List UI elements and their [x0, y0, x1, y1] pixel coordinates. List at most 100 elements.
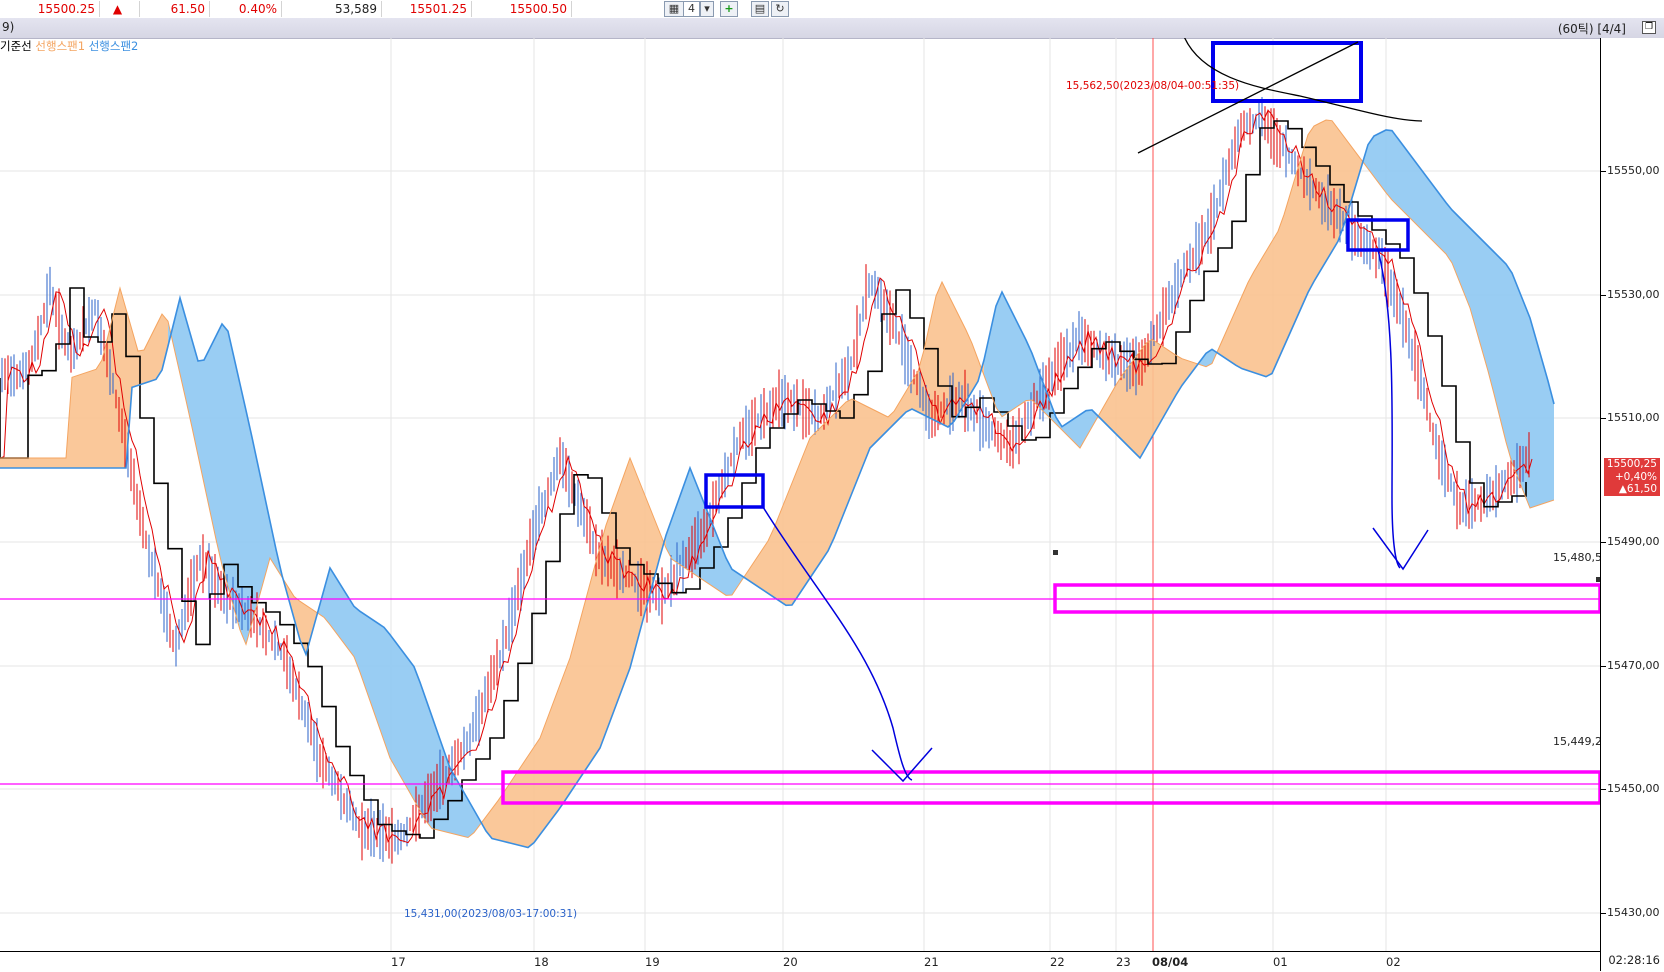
cloud-segment — [42, 458, 48, 468]
y-tick-label: 15450,00 — [1607, 782, 1660, 795]
cloud-segment — [1266, 241, 1272, 377]
cloud-segment — [1308, 126, 1314, 293]
cloud-segment — [132, 330, 138, 388]
y-tick-label: 15490,00 — [1607, 535, 1660, 548]
cloud-segment — [558, 674, 564, 811]
time-axis[interactable]: 17 18 19 20 21 22 23 08/04 01 02 — [0, 951, 1600, 972]
cloud-segment — [6, 458, 12, 468]
cloud-segment — [1404, 146, 1410, 218]
cloud-segment — [1326, 120, 1332, 262]
cloud-segment — [528, 747, 534, 848]
cloud-segment — [1158, 343, 1164, 427]
current-pct: +0,40% — [1614, 470, 1657, 483]
layout-count[interactable]: 4 — [684, 1, 700, 17]
cloud-segment — [516, 765, 522, 846]
y-tick-label: 15470,00 — [1607, 659, 1660, 672]
cloud-segment — [1374, 133, 1380, 185]
cloud-segment — [1392, 130, 1398, 206]
legend-base-line: 기준선 — [0, 39, 32, 53]
cloud-segment — [492, 800, 498, 840]
cloud-segment — [408, 658, 414, 800]
cloud-segment — [804, 438, 810, 587]
cloud-segment — [1416, 162, 1422, 230]
cloud-segment — [150, 326, 156, 382]
cloud-segment — [294, 596, 300, 640]
chart-title: 9) — [2, 20, 15, 34]
cloud-segment — [504, 783, 510, 843]
x-tick-label: 17 — [391, 955, 406, 969]
legend-span2: 선행스팬2 — [88, 39, 139, 53]
cloud-segment — [162, 314, 168, 370]
cloud-segment — [1290, 174, 1296, 333]
cloud-segment — [1110, 385, 1116, 434]
x-tick-label: 23 — [1116, 955, 1131, 969]
cloud-segment — [1542, 360, 1548, 504]
dropdown-arrow-icon[interactable]: ▾ — [700, 1, 714, 17]
cloud-segment — [1014, 316, 1020, 409]
cloud-segment — [1086, 410, 1092, 438]
cloud-segment — [384, 627, 390, 758]
current-price-badge: 15500,25 +0,40% ▲61,50 — [1604, 458, 1660, 496]
cloud-segment — [828, 414, 834, 551]
cloud-segment — [1398, 138, 1404, 212]
low-price-label: 15,431,00(2023/08/03-17:00:31) — [404, 908, 578, 920]
cloud-segment — [1254, 261, 1260, 375]
cloud-segment — [126, 309, 132, 468]
tick-interval-label: (60틱) [4/4] — [1557, 22, 1626, 36]
cloud-segment — [570, 635, 576, 793]
cloud-segment — [1302, 134, 1308, 306]
cloud-segment — [84, 371, 90, 468]
cloud-segment — [30, 458, 36, 468]
bid-price: 15500.50 — [472, 1, 572, 17]
cloud-segment — [222, 324, 228, 587]
cloud-segment — [1410, 154, 1416, 224]
refresh-icon[interactable]: ↻ — [771, 1, 789, 17]
cloud-segment — [306, 605, 312, 655]
cloud-segment — [1332, 120, 1338, 252]
cloud-segment — [1296, 154, 1302, 320]
window-restore-icon[interactable]: ❐ — [1642, 21, 1656, 34]
x-tick-label: 19 — [645, 955, 660, 969]
last-price: 15500.25 — [0, 1, 100, 17]
change-arrow-icon: ▲ — [100, 1, 140, 17]
cloud-segment — [1026, 340, 1032, 401]
cloud-segment — [1116, 375, 1122, 440]
lower-line-value: 15,449,2 — [1553, 735, 1602, 748]
price-axis[interactable]: 15550,00 15530,00 15510,00 15490,00 1547… — [1600, 38, 1664, 971]
cloud-segment — [534, 738, 540, 843]
save-icon[interactable]: ▤ — [751, 1, 769, 17]
cloud-segment — [12, 458, 18, 468]
volume: 53,589 — [282, 1, 382, 17]
cloud-segment — [1284, 194, 1290, 347]
y-tick-label: 15430,00 — [1607, 906, 1660, 919]
indicator-legend: 기준선 선행스팬1 선행스팬2 — [0, 38, 138, 54]
y-tick-label: 15530,00 — [1607, 288, 1660, 301]
cloud-segment — [540, 722, 546, 835]
current-time: 02:28:16 — [1608, 953, 1660, 967]
cloud-segment — [1506, 264, 1512, 463]
cloud-segment — [846, 399, 852, 508]
cloud-segment — [810, 432, 816, 578]
cloud-segment — [612, 491, 618, 716]
cloud-segment — [798, 453, 804, 596]
cloud-segment — [1428, 178, 1434, 242]
cloud-segment — [60, 458, 66, 468]
cloud-segment — [1230, 309, 1236, 366]
cloud-segment — [756, 550, 762, 590]
cloud-segment — [606, 508, 612, 732]
cloud-segment — [1470, 228, 1476, 329]
change-percent: 0.40% — [210, 1, 282, 17]
cloud-segment — [552, 690, 558, 819]
ask-price: 15501.25 — [382, 1, 472, 17]
cloud-segment — [816, 426, 822, 569]
ichimoku-chart[interactable] — [0, 38, 1600, 951]
cloud-segment — [822, 420, 828, 560]
current-price: 15500,25 — [1606, 458, 1657, 470]
cloud-segment — [72, 375, 78, 468]
add-icon[interactable]: + — [720, 1, 738, 17]
cloud-segment — [780, 498, 786, 606]
legend-span1: 선행스팬1 — [35, 39, 86, 53]
cloud-segment — [840, 402, 846, 523]
y-tick-label: 15550,00 — [1607, 164, 1660, 177]
grid-layout-icon[interactable]: ▦ — [664, 1, 684, 17]
